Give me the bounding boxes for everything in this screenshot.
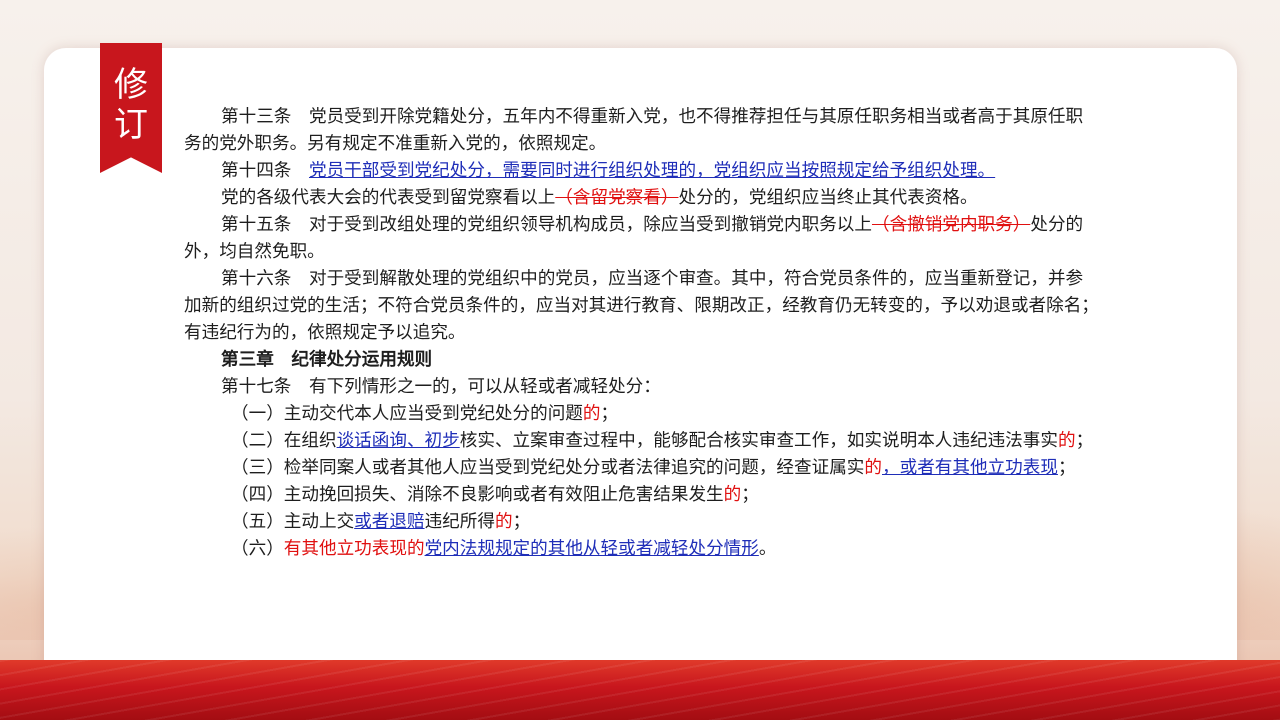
item-6-text: （六） <box>231 539 284 559</box>
article-15-before: 第十五条 对于受到改组处理的党组织领导机构成员，除应当受到撤销党内职务以上 <box>221 215 872 235</box>
article-17-item-3: （三）检举同案人或者其他人应当受到党纪处分或者法律追究的问题，经查证属实的，或者… <box>184 455 1154 482</box>
item-1-end: ； <box>600 404 619 424</box>
item-3-text: （三）检举同案人或者其他人应当受到党纪处分或者法律追究的问题，经查证属实 <box>231 458 865 478</box>
item-2-end: ； <box>1075 431 1094 451</box>
item-6-deleted: 有其他立功表现的 <box>283 539 425 559</box>
item-4-deleted: 的 <box>723 485 742 505</box>
article-17-item-4: （四）主动挽回损失、消除不良影响或者有效阻止危害结果发生的； <box>184 482 1154 509</box>
item-2-inserted: 谈话函询、初步 <box>336 431 460 451</box>
item-3-inserted: ，或者有其他立功表现 <box>882 458 1058 478</box>
article-14-p2-before: 党的各级代表大会的代表受到留党察看以上 <box>221 188 556 208</box>
article-17-item-6: （六）有其他立功表现的党内法规规定的其他从轻或者减轻处分情形。 <box>184 536 1154 563</box>
bottom-red-banner <box>0 660 1280 720</box>
article-14-p2-deleted: （含留党察看） <box>555 188 679 208</box>
item-5-text-2: 违纪所得 <box>424 512 495 532</box>
article-14-paragraph-2: 党的各级代表大会的代表受到留党察看以上（含留党察看）处分的，党组织应当终止其代表… <box>184 185 1154 212</box>
article-13-line-1: 第十三条 党员受到开除党籍处分，五年内不得重新入党，也不得推荐担任与其原任职务相… <box>221 107 1084 127</box>
article-14-head: 第十四条 <box>221 161 309 181</box>
article-17-intro: 第十七条 有下列情形之一的，可以从轻或者减轻处分： <box>221 377 661 397</box>
item-5-end: ； <box>512 512 531 532</box>
item-3-end: ； <box>1057 458 1076 478</box>
regulation-text: 第十三条 党员受到开除党籍处分，五年内不得重新入党，也不得推荐担任与其原任职务相… <box>184 104 1154 563</box>
item-3-deleted: 的 <box>864 458 882 478</box>
item-1-text: （一）主动交代本人应当受到党纪处分的问题 <box>231 404 583 424</box>
item-6-end: 。 <box>758 539 777 559</box>
article-15-line-1: 第十五条 对于受到改组处理的党组织领导机构成员，除应当受到撤销党内职务以上（含撤… <box>184 212 1154 239</box>
item-4-text: （四）主动挽回损失、消除不良影响或者有效阻止危害结果发生 <box>231 485 724 505</box>
article-15-line-2: 外，均自然免职。 <box>184 242 325 262</box>
article-14: 第十四条 党员干部受到党纪处分，需要同时进行组织处理的，党组织应当按照规定给予组… <box>184 158 1154 185</box>
item-5-text: （五）主动上交 <box>231 512 355 532</box>
item-5-deleted: 的 <box>494 512 513 532</box>
article-15-deleted: （含撤销党内职务） <box>871 215 1031 235</box>
item-2-text-2: 核实、立案审查过程中，能够配合核实审查工作，如实说明本人违纪违法事实 <box>459 431 1058 451</box>
item-2-deleted: 的 <box>1057 431 1076 451</box>
item-2-text: （二）在组织 <box>231 431 337 451</box>
item-5-inserted: 或者退赔 <box>354 512 425 532</box>
ribbon-char-1: 修 <box>114 65 148 105</box>
article-17-item-1: （一）主动交代本人应当受到党纪处分的问题的； <box>184 401 1154 428</box>
item-1-deleted: 的 <box>582 404 601 424</box>
item-4-end: ； <box>741 485 759 505</box>
article-15-after: 处分的 <box>1030 215 1084 235</box>
ribbon-char-2: 订 <box>114 105 148 145</box>
article-13-line-2: 务的党外职务。另有规定不准重新入党的，依照规定。 <box>184 134 607 154</box>
article-16-line-3: 有违纪行为的，依照规定予以追究。 <box>184 323 466 343</box>
article-17-item-2: （二）在组织谈话函询、初步核实、立案审查过程中，能够配合核实审查工作，如实说明本… <box>184 428 1154 455</box>
item-6-inserted: 党内法规规定的其他从轻或者减轻处分情形 <box>424 539 759 559</box>
article-16-line-2: 加新的组织过党的生活；不符合党员条件的，应当对其进行教育、限期改正，经教育仍无转… <box>184 296 1099 316</box>
article-14-inserted: 党员干部受到党纪处分，需要同时进行组织处理的，党组织应当按照规定给予组织处理。 <box>308 161 996 181</box>
article-17-item-5: （五）主动上交或者退赔违纪所得的； <box>184 509 1154 536</box>
revision-ribbon: 修 订 <box>100 43 162 173</box>
banner-texture <box>0 660 1280 720</box>
chapter-3-title: 第三章 纪律处分运用规则 <box>221 350 433 370</box>
article-14-p2-after: 处分的，党组织应当终止其代表资格。 <box>678 188 978 208</box>
article-16-line-1: 第十六条 对于受到解散处理的党组织中的党员，应当逐个审查。其中，符合党员条件的，… <box>221 269 1084 289</box>
